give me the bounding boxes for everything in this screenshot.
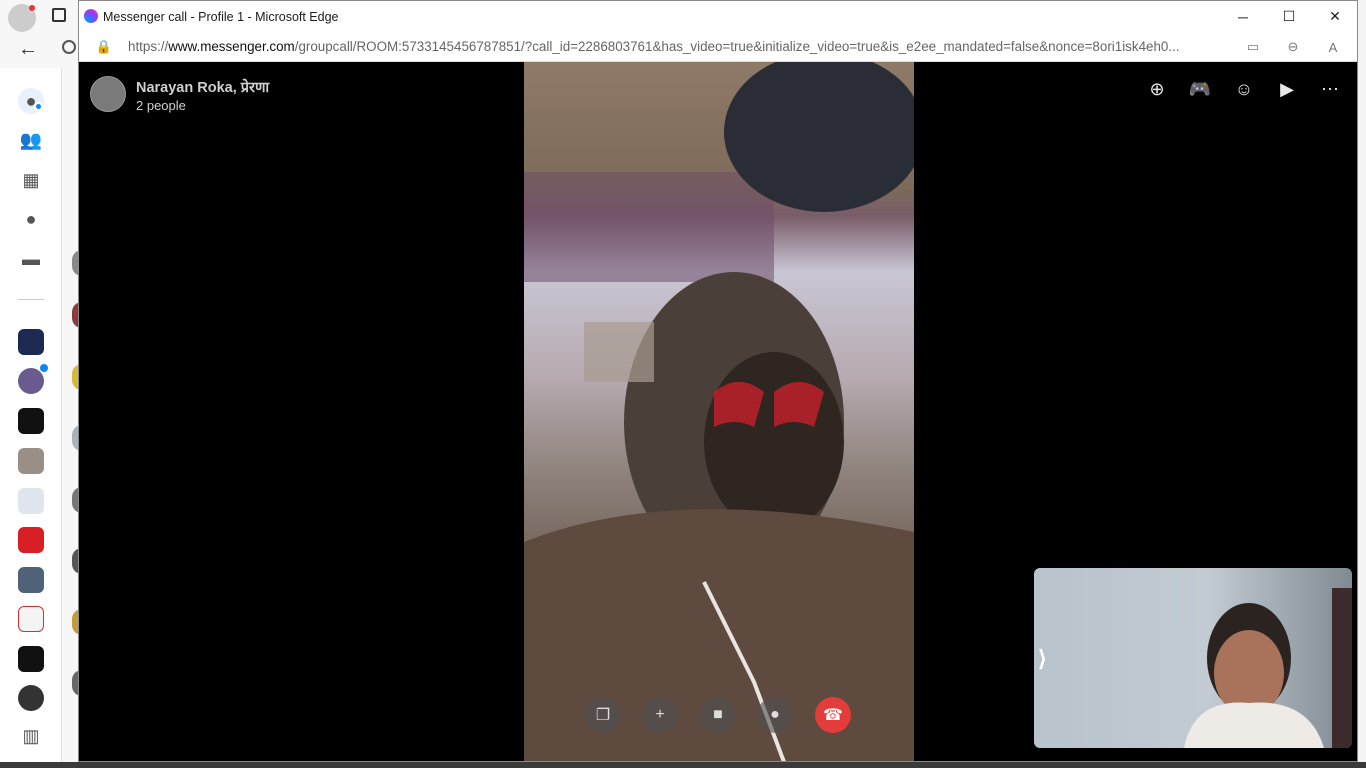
minimize-icon[interactable]: ─ — [1220, 1, 1266, 32]
read-aloud-icon[interactable]: A — [1324, 38, 1342, 56]
chat-thumb[interactable] — [18, 606, 44, 632]
share-screen-icon[interactable]: ▶ — [1275, 77, 1299, 101]
divider — [18, 299, 44, 300]
effects-icon[interactable]: ☺ — [1232, 77, 1256, 101]
url-path: /groupcall/ROOM:5733145456787851/?call_i… — [294, 39, 1180, 54]
call-controls: ❐ + ■ ● ☎ — [585, 697, 855, 733]
call-participants: Narayan Roka, प्रेरणा — [136, 80, 270, 96]
taskbar-edge — [0, 762, 1366, 768]
remote-video-frame — [524, 62, 914, 761]
unread-dot — [34, 102, 43, 111]
messenger-sidebar: ● 👥 ▦ ● ▬ ▥ — [0, 68, 62, 768]
url-text[interactable]: https://www.messenger.com/groupcall/ROOM… — [128, 39, 1228, 54]
participant-count: 2 people — [136, 98, 186, 113]
chat-thumb[interactable] — [18, 488, 44, 514]
maximize-icon[interactable]: ☐ — [1266, 1, 1312, 32]
lock-icon[interactable]: 🔒 — [95, 38, 113, 56]
zoom-icon[interactable]: ⊖ — [1284, 38, 1302, 56]
marketplace-icon[interactable]: ▦ — [18, 167, 44, 193]
url-prefix: https:// — [128, 39, 169, 54]
people-icon[interactable]: 👥 — [18, 127, 44, 153]
self-video[interactable]: ⟩ — [1034, 568, 1352, 748]
sidebar-toggle-icon[interactable]: ▥ — [18, 723, 44, 749]
call-window: Messenger call - Profile 1 - Microsoft E… — [78, 0, 1358, 762]
chevron-right-icon[interactable]: ⟩ — [1038, 646, 1047, 672]
url-host: www.messenger.com — [168, 39, 295, 54]
message-requests-icon[interactable]: ● — [18, 206, 44, 232]
remote-video — [524, 62, 914, 761]
unread-dot — [40, 364, 48, 372]
camera-icon[interactable]: ▭ — [1244, 38, 1262, 56]
chat-thumb[interactable] — [18, 329, 44, 355]
chat-thumb[interactable] — [18, 685, 44, 711]
back-icon[interactable]: ← — [18, 38, 38, 61]
caller-avatar[interactable] — [90, 76, 126, 112]
video-icon[interactable]: ■ — [700, 697, 736, 733]
screen-share-icon[interactable]: ❐ — [585, 697, 621, 733]
messenger-logo-icon — [84, 9, 98, 23]
address-bar[interactable]: 🔒 https://www.messenger.com/groupcall/RO… — [79, 32, 1357, 62]
close-icon[interactable]: ✕ — [1312, 1, 1358, 32]
chat-thumb[interactable] — [18, 527, 44, 553]
self-video-frame — [1184, 588, 1352, 748]
more-icon[interactable]: ⋯ — [1318, 77, 1342, 101]
tabs-icon[interactable] — [52, 8, 66, 22]
chat-thumb[interactable] — [18, 448, 44, 474]
refresh-icon[interactable] — [62, 40, 76, 54]
title-bar: Messenger call - Profile 1 - Microsoft E… — [79, 1, 1357, 32]
window-title: Messenger call - Profile 1 - Microsoft E… — [103, 9, 339, 24]
chat-thumb[interactable] — [18, 646, 44, 672]
games-icon[interactable]: 🎮 — [1188, 77, 1212, 101]
archive-icon[interactable]: ▬ — [18, 246, 44, 272]
notification-dot — [29, 5, 35, 11]
call-stage: Narayan Roka, प्रेरणा 2 people ⊕ 🎮 ☺ ▶ ⋯… — [79, 62, 1357, 761]
add-person-icon[interactable]: + — [642, 697, 678, 733]
end-call-icon[interactable]: ☎ — [815, 697, 851, 733]
chat-thumb[interactable] — [18, 408, 44, 434]
add-icon[interactable]: ⊕ — [1145, 77, 1169, 101]
chat-thumb[interactable] — [18, 368, 44, 394]
chat-thumb[interactable] — [18, 567, 44, 593]
microphone-icon[interactable]: ● — [757, 697, 793, 733]
